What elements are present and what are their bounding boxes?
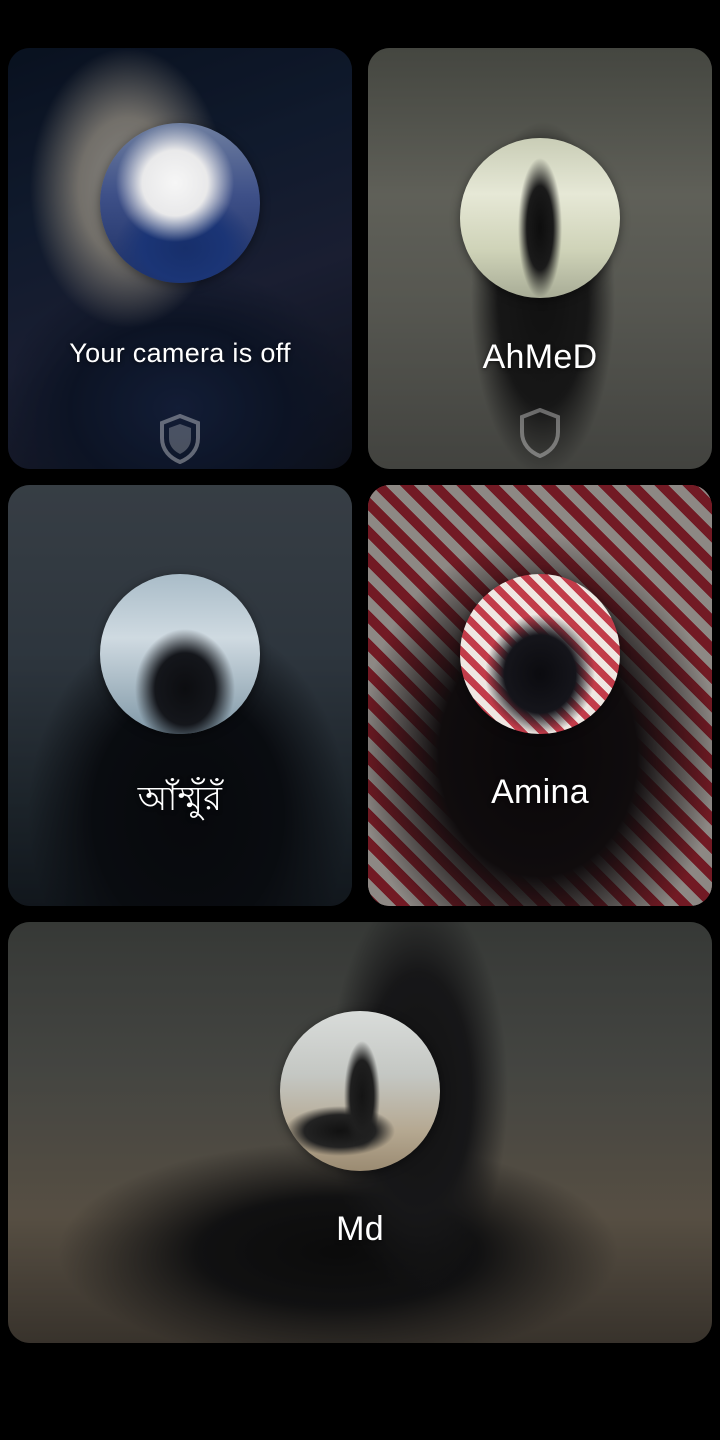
participant-name: আঁম্মুঁরঁ: [137, 780, 223, 818]
participant-name: Amina: [491, 773, 589, 811]
shield-icon: [160, 414, 200, 464]
avatar: [100, 123, 260, 283]
participant-name: Md: [336, 1210, 384, 1248]
avatar: [100, 574, 260, 734]
participant-name: AhMeD: [482, 338, 598, 376]
participant-tile-md[interactable]: Md: [8, 922, 712, 1343]
participant-tile-ammur[interactable]: আঁম্মুঁরঁ: [8, 485, 352, 906]
participant-tile-amina[interactable]: Amina: [368, 485, 712, 906]
participant-tile-ahmed[interactable]: AhMeD: [368, 48, 712, 469]
camera-off-label: Your camera is off: [69, 338, 291, 368]
avatar: [460, 574, 620, 734]
avatar: [280, 1011, 440, 1171]
participant-tile-self[interactable]: Your camera is off: [8, 48, 352, 469]
shield-icon: [520, 408, 560, 458]
avatar: [460, 138, 620, 298]
